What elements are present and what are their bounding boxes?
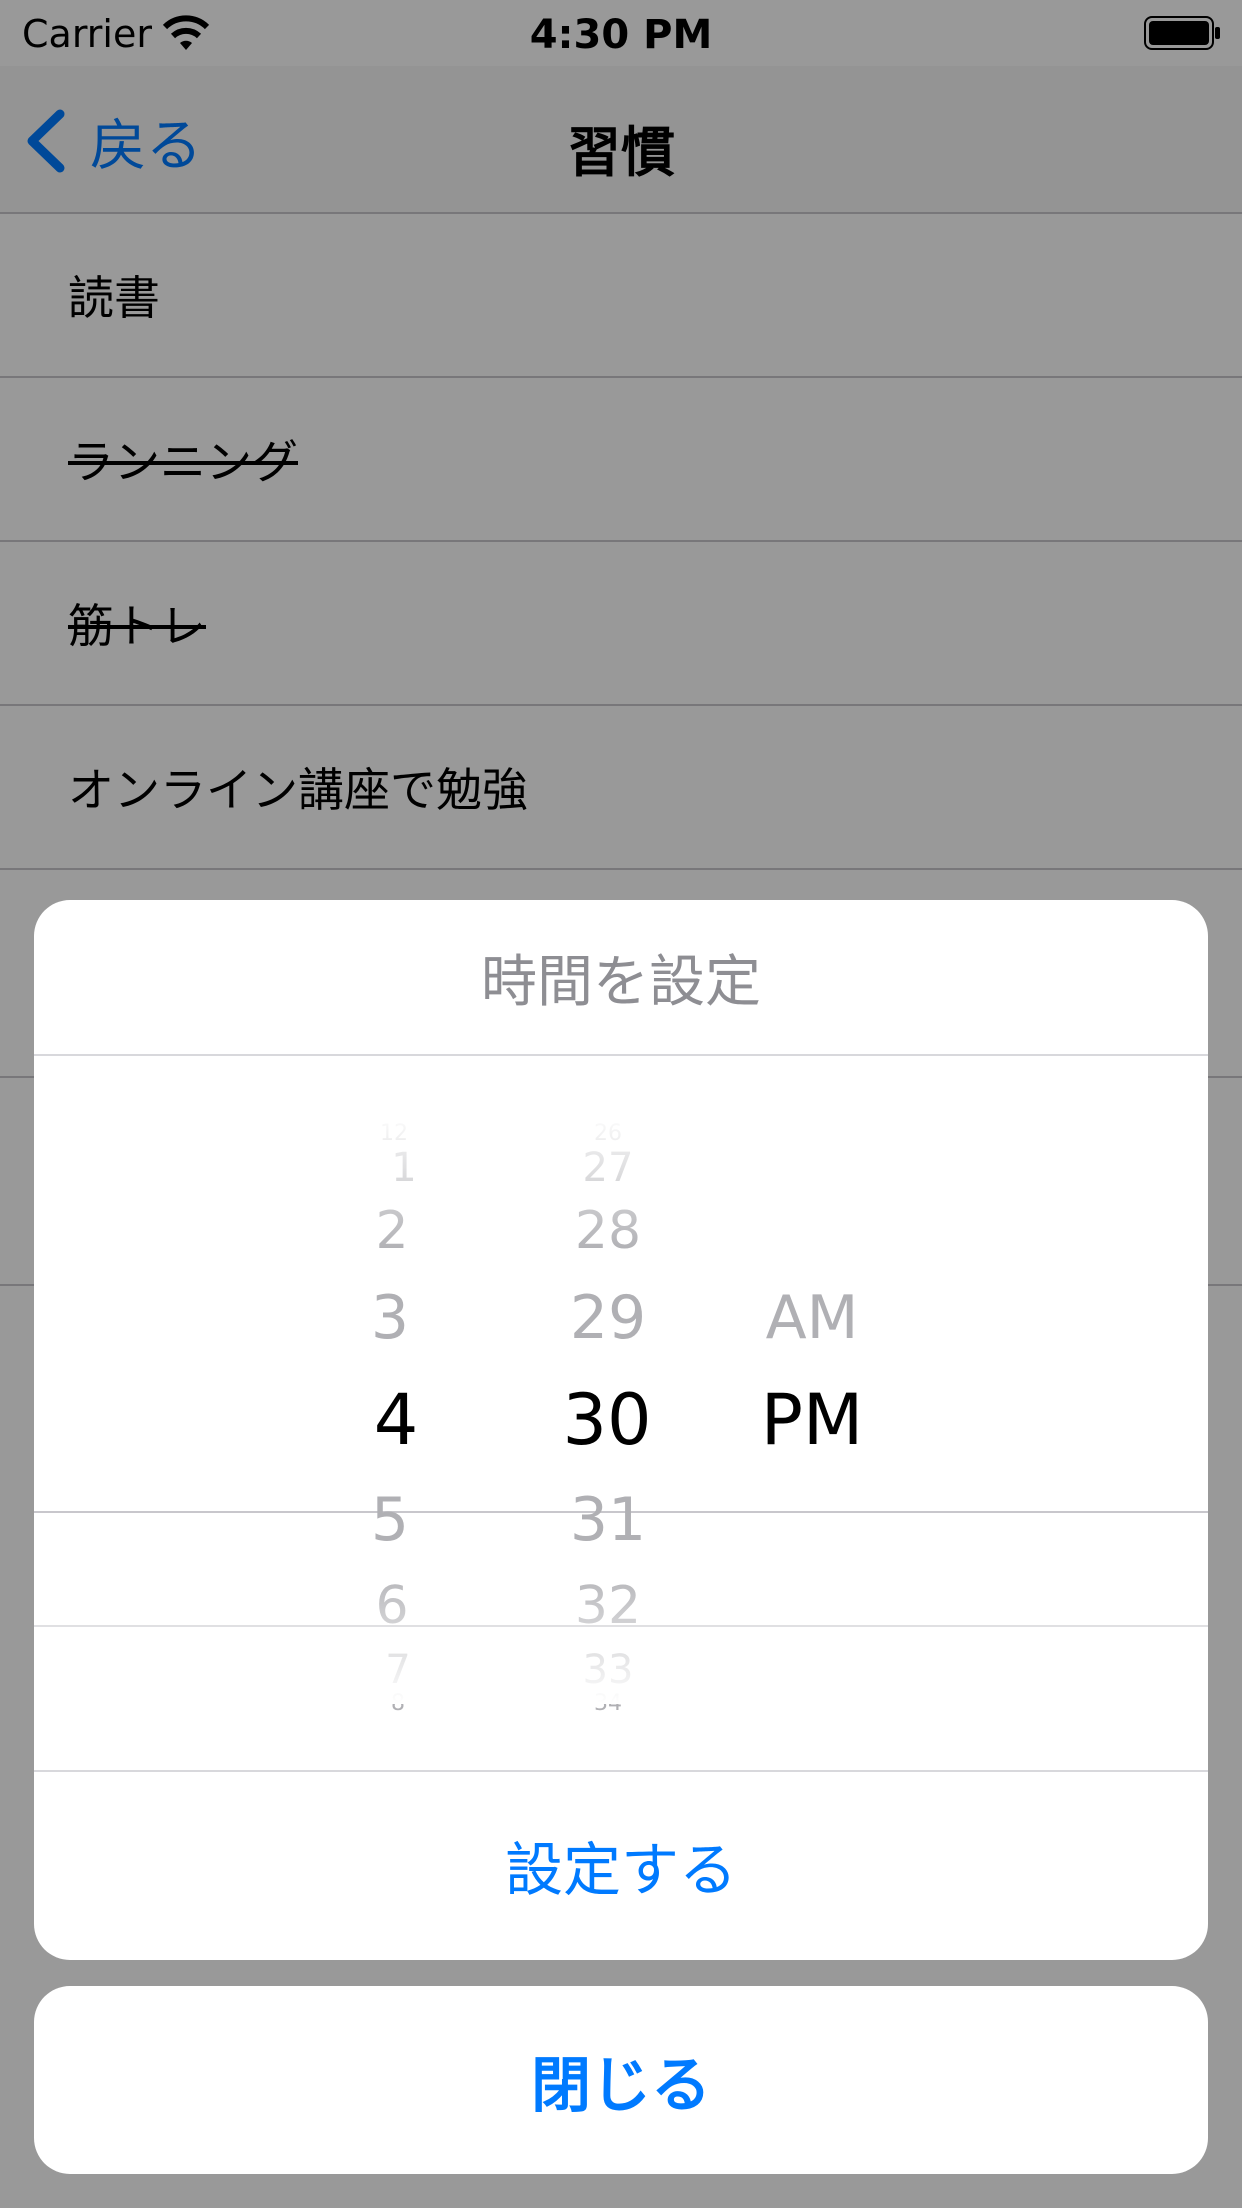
minute-option-selected[interactable]: 30: [562, 1385, 651, 1455]
time-picker-sheet: 時間を設定 12 1 2 3 4 5 6 7 8 26 27 28 29 30 …: [34, 900, 1208, 1960]
period-option-selected[interactable]: PM: [761, 1385, 864, 1455]
minute-option[interactable]: 31: [570, 1490, 646, 1550]
sheet-title: 時間を設定: [34, 900, 1208, 1056]
hour-option-selected[interactable]: 4: [374, 1385, 419, 1455]
hour-option[interactable]: 5: [371, 1490, 409, 1550]
minute-option[interactable]: 34: [594, 1693, 622, 1715]
minute-option[interactable]: 26: [594, 1123, 622, 1145]
close-button[interactable]: 閉じる: [34, 1986, 1208, 2174]
period-option[interactable]: AM: [766, 1288, 859, 1348]
hour-option[interactable]: 6: [375, 1580, 408, 1632]
hour-option[interactable]: 3: [371, 1288, 409, 1348]
set-time-button[interactable]: 設定する: [34, 1772, 1208, 1958]
minute-option[interactable]: 33: [583, 1650, 634, 1690]
minute-option[interactable]: 29: [570, 1288, 646, 1348]
hour-option[interactable]: 1: [391, 1148, 416, 1188]
hour-option[interactable]: 7: [385, 1650, 410, 1690]
minute-option[interactable]: 27: [583, 1148, 634, 1188]
minute-option[interactable]: 28: [575, 1205, 641, 1257]
hour-option[interactable]: 8: [391, 1693, 405, 1715]
hour-option[interactable]: 12: [380, 1123, 408, 1145]
time-picker[interactable]: 12 1 2 3 4 5 6 7 8 26 27 28 29 30 31 32 …: [34, 1056, 1208, 1772]
hour-option[interactable]: 2: [375, 1205, 408, 1257]
minute-option[interactable]: 32: [575, 1580, 641, 1632]
